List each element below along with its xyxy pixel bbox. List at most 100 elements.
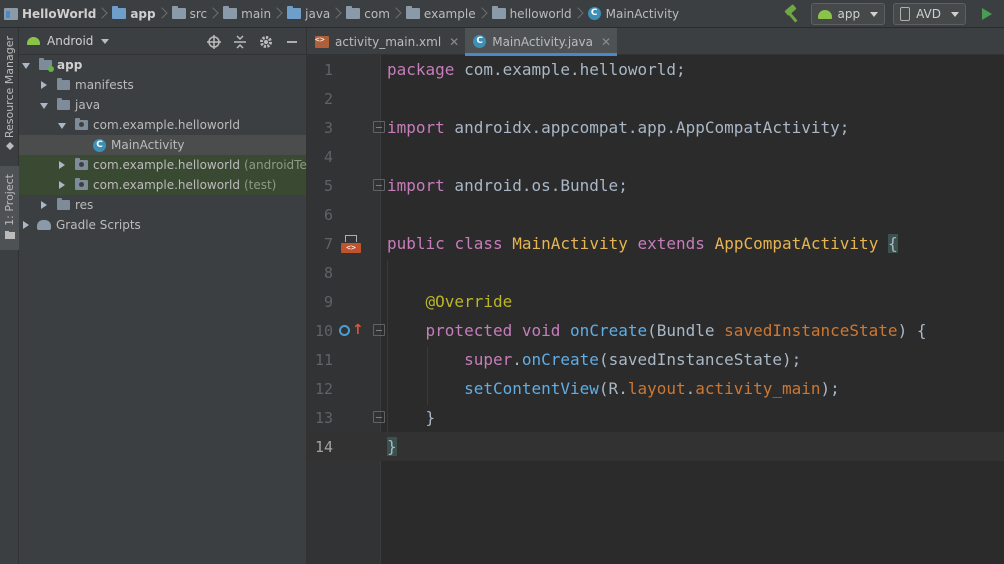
breadcrumb-main[interactable]: main xyxy=(223,0,271,28)
tab-activity-main-xml[interactable]: activity_main.xml ✕ xyxy=(307,28,465,55)
tab-label: MainActivity.java xyxy=(492,34,593,49)
resource-manager-label: Resource Manager xyxy=(3,36,16,139)
tree-item-java[interactable]: java xyxy=(19,95,306,115)
chevron-right-icon[interactable] xyxy=(57,175,69,195)
code-line[interactable]: 1 package com.example.helloworld; xyxy=(307,55,1004,84)
breadcrumb-example[interactable]: example xyxy=(405,0,476,28)
run-toolbar: app AVD xyxy=(783,0,1004,28)
tree-item-package[interactable]: com.example.helloworld xyxy=(19,115,306,135)
fold-marker-icon[interactable] xyxy=(373,411,385,423)
breadcrumb-label: java xyxy=(305,6,331,21)
chevron-right-icon[interactable] xyxy=(39,75,51,95)
code-line[interactable]: 14} xyxy=(307,432,1004,461)
fold-marker-icon[interactable] xyxy=(373,179,385,191)
code-line[interactable]: 11 super.onCreate(savedInstanceState); xyxy=(307,345,1004,374)
close-icon[interactable]: ✕ xyxy=(601,35,611,49)
fold-marker-icon[interactable] xyxy=(373,324,385,336)
code-line[interactable]: 13 } xyxy=(307,403,1004,432)
code-line[interactable]: 8 xyxy=(307,258,1004,287)
breadcrumb-project[interactable]: HelloWorld xyxy=(4,0,96,28)
line-number: 10 xyxy=(314,322,333,340)
chevron-right-icon xyxy=(96,0,112,28)
line-number: 12 xyxy=(314,380,333,398)
chevron-right-icon[interactable] xyxy=(57,155,69,175)
tree-item-package-androidtest[interactable]: com.example.helloworld (androidTest) xyxy=(19,155,323,175)
project-panel-header: Android xyxy=(19,28,306,55)
tree-item-res[interactable]: res xyxy=(19,195,306,215)
code-line[interactable]: 3 import androidx.appcompat.app.AppCompat… xyxy=(307,113,1004,142)
chevron-right-icon xyxy=(572,0,588,28)
breadcrumb-src[interactable]: src xyxy=(171,0,207,28)
device-label: AVD xyxy=(916,7,941,21)
breadcrumb-java[interactable]: java xyxy=(287,0,330,28)
breadcrumb: HelloWorld app src main java com example… xyxy=(0,0,679,28)
code-line[interactable]: 5 import android.os.Bundle; xyxy=(307,171,1004,200)
code-line[interactable]: 9 @Override xyxy=(307,287,1004,316)
tool-window-strip: Resource Manager 1: Project xyxy=(0,28,19,564)
close-icon[interactable]: ✕ xyxy=(449,35,459,49)
collapse-icon[interactable] xyxy=(232,34,248,50)
package-icon xyxy=(491,6,506,19)
line-number: 7 xyxy=(323,235,333,253)
breadcrumb-helloworld[interactable]: helloworld xyxy=(491,0,572,28)
code-line[interactable]: 4 xyxy=(307,142,1004,171)
resource-manager-button[interactable]: Resource Manager xyxy=(0,36,19,156)
tree-item-label: Gradle Scripts xyxy=(56,218,141,232)
line-number: 2 xyxy=(323,90,333,108)
breadcrumb-label: main xyxy=(241,6,272,21)
fold-marker-icon[interactable] xyxy=(373,121,385,133)
breadcrumb-com[interactable]: com xyxy=(346,0,390,28)
device-select[interactable]: AVD xyxy=(893,3,966,25)
tree-item-app[interactable]: app xyxy=(19,55,306,75)
chevron-down-icon[interactable] xyxy=(21,55,33,75)
tree-item-manifests[interactable]: manifests xyxy=(19,75,306,95)
chevron-down-icon[interactable] xyxy=(39,95,51,115)
code-line[interactable]: 7 public class MainActivity extends AppCo… xyxy=(307,229,1004,258)
chevron-down-icon[interactable] xyxy=(101,38,110,44)
line-number: 11 xyxy=(314,351,333,369)
tree-item-package-test[interactable]: com.example.helloworld (test) xyxy=(19,175,306,195)
run-icon[interactable] xyxy=(982,8,992,20)
chevron-right-icon[interactable] xyxy=(39,195,51,215)
tab-mainactivity-java[interactable]: C MainActivity.java ✕ xyxy=(465,28,618,56)
project-tool-button[interactable]: 1: Project xyxy=(0,166,19,250)
chevron-down-icon[interactable] xyxy=(57,115,69,135)
tree-item-mainactivity[interactable]: C MainActivity xyxy=(19,135,306,155)
chevron-right-icon xyxy=(476,0,492,28)
run-config-select[interactable]: app xyxy=(810,3,886,25)
code-area[interactable]: 1 package com.example.helloworld; 2 3 import… xyxy=(307,55,1004,564)
project-icon xyxy=(4,7,18,20)
panel-actions xyxy=(196,28,300,55)
breadcrumb-app[interactable]: app xyxy=(112,0,156,28)
tree-item-gradle-scripts[interactable]: Gradle Scripts xyxy=(19,215,306,235)
code-text: package com.example.helloworld; xyxy=(387,60,686,79)
related-layout-icon[interactable]: <> xyxy=(341,235,361,253)
folder-icon xyxy=(57,98,70,110)
gear-icon[interactable] xyxy=(258,34,274,50)
code-line[interactable]: 2 xyxy=(307,84,1004,113)
code-text: @Override xyxy=(425,292,513,311)
tree-item-label: MainActivity xyxy=(111,138,185,152)
breadcrumb-mainactivity[interactable]: C MainActivity xyxy=(587,0,680,28)
line-number: 14 xyxy=(314,438,333,456)
code-line[interactable]: 10 protected void onCreate(Bundle savedI… xyxy=(307,316,1004,345)
tree-item-label: res xyxy=(75,198,94,212)
android-icon xyxy=(27,37,40,45)
code-line[interactable]: 6 xyxy=(307,200,1004,229)
view-mode-select[interactable]: Android xyxy=(47,34,93,48)
code-line[interactable]: 12 setContentView(R.layout.activity_main… xyxy=(307,374,1004,403)
breadcrumb-label: app xyxy=(130,6,156,21)
chevron-right-icon[interactable] xyxy=(21,215,33,235)
minimize-icon[interactable] xyxy=(284,34,300,50)
line-number: 8 xyxy=(323,264,333,282)
crosshair-icon[interactable] xyxy=(206,34,222,50)
xml-layout-icon xyxy=(315,35,329,48)
override-icon[interactable]: ↑ xyxy=(339,323,364,339)
code-text: import androidx.appcompat.app.AppCompatA… xyxy=(387,118,850,137)
class-icon: C xyxy=(473,35,487,48)
breadcrumb-label: MainActivity xyxy=(605,6,680,21)
chevron-right-icon xyxy=(330,0,346,28)
navigation-bar: HelloWorld app src main java com example… xyxy=(0,0,1004,28)
resource-icon xyxy=(5,142,14,151)
hammer-icon[interactable] xyxy=(783,4,801,23)
